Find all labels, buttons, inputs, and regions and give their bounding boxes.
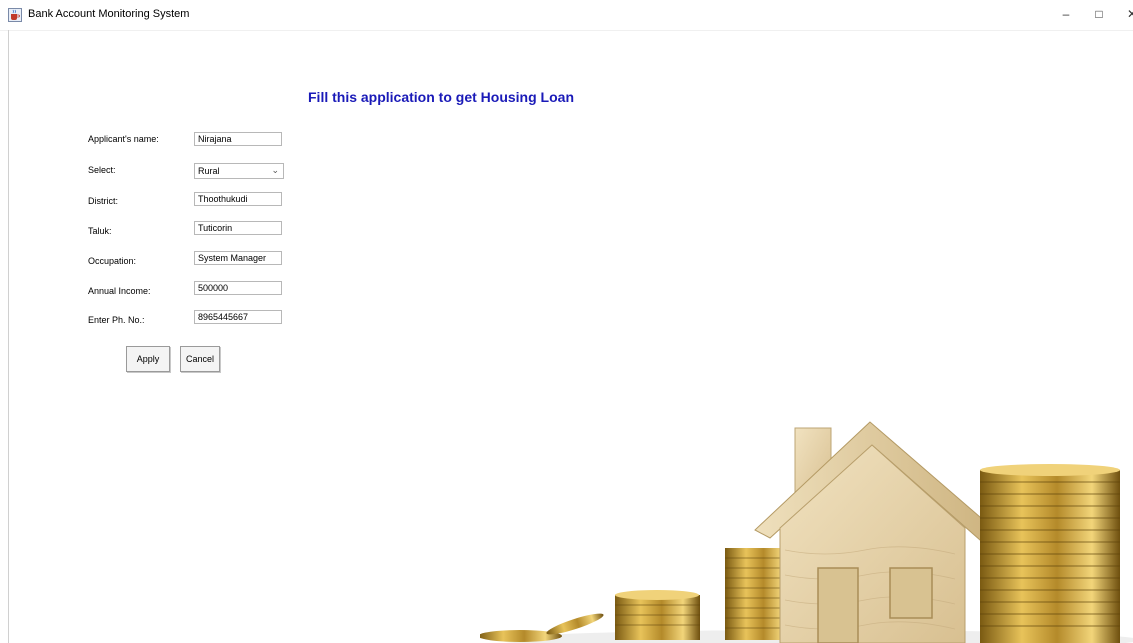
occupation-label: Occupation: (88, 256, 137, 266)
window-title: Bank Account Monitoring System (28, 8, 190, 20)
cancel-button[interactable]: Cancel (180, 346, 220, 372)
applicant-name-label: Applicant's name: (88, 134, 159, 144)
occupation-input[interactable] (194, 251, 282, 265)
phone-input[interactable] (194, 310, 282, 324)
annual-income-input[interactable] (194, 281, 282, 295)
district-label: District: (88, 196, 118, 206)
maximize-icon[interactable]: □ (1091, 6, 1107, 22)
taluk-input[interactable] (194, 221, 282, 235)
title-bar: Bank Account Monitoring System – □ ✕ (0, 0, 1133, 31)
chevron-down-icon[interactable]: ⌄ (271, 165, 279, 176)
area-select-label: Select: (88, 165, 116, 175)
area-select[interactable]: Rural ⌄ (194, 163, 284, 179)
close-icon[interactable]: ✕ (1124, 6, 1133, 22)
annual-income-label: Annual Income: (88, 286, 151, 296)
page-title: Fill this application to get Housing Loa… (308, 89, 574, 105)
house-and-gold-coins-image (480, 421, 1133, 643)
minimize-icon[interactable]: – (1058, 6, 1074, 22)
district-input[interactable] (194, 192, 282, 206)
area-select-value: Rural (198, 166, 220, 176)
phone-label: Enter Ph. No.: (88, 315, 145, 325)
applicant-name-input[interactable] (194, 132, 282, 146)
taluk-label: Taluk: (88, 226, 112, 236)
java-cup-icon (8, 8, 22, 22)
apply-button[interactable]: Apply (126, 346, 170, 372)
window-left-border (8, 30, 9, 643)
